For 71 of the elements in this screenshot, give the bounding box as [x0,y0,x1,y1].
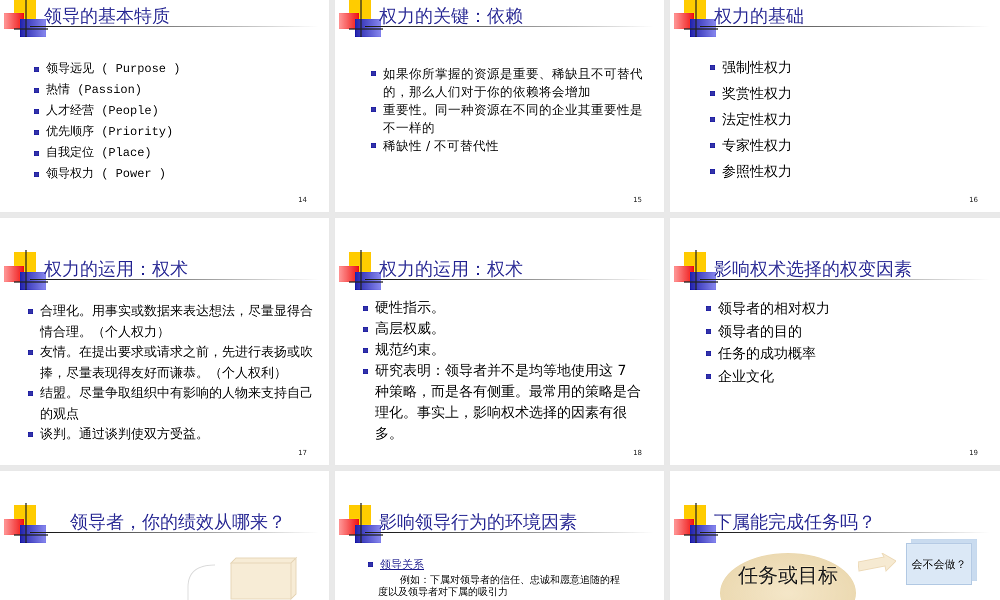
bullet-text: 自我定位 (Place) [46,145,152,162]
slide-title: 下属能完成任务吗？ [714,512,876,534]
bullet-text: 稀缺性 / 不可替代性 [383,137,500,155]
slide-title: 权力的运用：权术 [379,259,523,281]
bullet-text: 友情。在提出要求或请求之前，先进行表扬或吹捧，尽量表现得友好而谦恭。（个人权利） [40,344,314,382]
bullet-icon [34,108,39,114]
bullet-icon [706,306,711,312]
note-text: 例如：下属对领导者的信任、忠诚和愿意追随的程度以及领导者对下属的吸引力 [378,575,621,599]
bullet-text: 谈判。通过谈判使双方受益。 [40,426,209,444]
bullet-text: 法定性权力 [722,111,792,130]
bullet-icon [34,150,39,156]
bullet-text: 领导权力 ( Power ) [46,166,166,183]
bullet-text: 高层权威。 [375,320,445,339]
slide-thumbnail[interactable]: 领导者，你的绩效从哪来？ [0,471,329,600]
bullet-text: 领导者的相对权力 [718,300,830,319]
bullet-text: 奖赏性权力 [722,85,792,104]
bullet-icon [371,143,376,148]
bullet-icon [710,91,715,96]
bullet-icon [368,562,373,567]
bullet-icon [706,328,711,334]
bullet-text: 结盟。尽量争取组织中有影响的人物来支持自己的观点 [40,385,314,424]
slide-thumbnail[interactable]: 影响领导行为的环境因素 领导关系 例如：下属对领导者的信任、忠诚和愿意追随的程度以及领导者对下属的吸引力 [335,471,664,600]
bullet-icon [371,71,376,76]
bullet-text: 参照性权力 [722,163,792,182]
bullet-text: 硬性指示。 [375,299,445,318]
slide-title: 权力的关键：依赖 [379,6,523,28]
bullet-text: 领导远见 ( Purpose ) [46,61,180,78]
bullet-icon [28,432,33,438]
bullet-icon [28,309,33,314]
box-text: 会不会做？ [912,556,966,572]
slide-thumbnail[interactable]: 下属能完成任务吗？ 任务或目标 会不会做？ [670,471,1000,600]
bullet-text: 任务的成功概率 [718,345,816,364]
bullet-icon [363,348,368,352]
bullet-text: 优先顺序 (Priority) [46,124,174,141]
bullet-icon [34,88,39,92]
bullet-text: 如果你所掌握的资源是重要、稀缺且不可替代的，那么人们对于你的依赖将会增加 [383,65,644,101]
bullet-icon [706,351,711,356]
oval-text: 任务或目标 [738,563,838,589]
bullet-icon [706,374,711,379]
bullet-icon [371,107,376,112]
slide-title: 领导者，你的绩效从哪来？ [70,512,286,534]
bullet-text: 合理化。用事实或数据来表达想法，尽量显得合情合理。（个人权力） [40,303,314,342]
bullet-icon [28,350,33,356]
bullet-icon [34,130,39,134]
bullet-text: 专家性权力 [722,137,792,156]
slide-title: 权力的运用：权术 [44,259,188,281]
bullet-icon [363,368,368,374]
bullet-link[interactable]: 领导关系 [380,557,424,573]
slide-title: 影响权术选择的权变因素 [714,259,912,281]
slide-title: 权力的基础 [714,6,804,28]
bullet-icon [28,391,33,396]
bullet-text: 企业文化 [718,368,774,386]
bullet-text: 规范约束。 [375,341,445,360]
bullet-icon [363,306,368,310]
bullet-text: 强制性权力 [722,59,792,78]
bullet-text: 重要性。同一种资源在不同的企业其重要性是不一样的 [383,101,644,137]
bullet-text: 研究表明：领导者并不是均等地使用这 7 种策略，而是各有侧重。最常用的策略是合理化。事实上，影响权术选择的因素有很多。 [375,362,642,444]
bullet-icon [710,65,715,70]
bullet-icon [710,143,715,148]
bullet-text: 领导者的目的 [718,322,802,342]
bullet-icon [363,326,368,332]
bullet-icon [34,66,39,72]
arrow-icon [858,553,896,575]
slide-title: 领导的基本特质 [44,6,170,28]
bullet-text: 人才经营 (People) [46,103,159,120]
squares-icon [4,503,48,543]
bullet-text: 热情 (Passion) [46,82,142,99]
bullet-icon [34,172,39,176]
slide-title: 影响领导行为的环境因素 [379,512,577,534]
bullet-icon [710,117,715,122]
bullet-icon [710,169,715,174]
